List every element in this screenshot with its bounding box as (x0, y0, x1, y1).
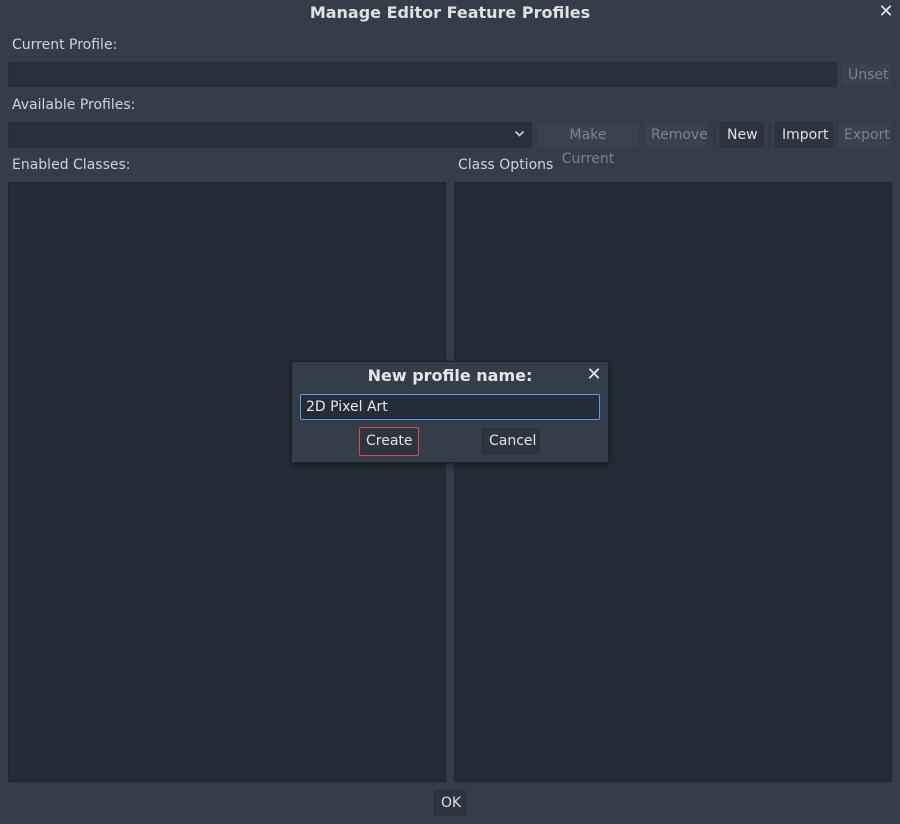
class-options-tree[interactable] (454, 182, 892, 782)
toolbar-separator (769, 123, 770, 147)
export-button[interactable]: Export (837, 122, 892, 148)
close-icon[interactable]: ✕ (876, 2, 896, 22)
toolbar-separator (714, 123, 715, 147)
class-options-label: Class Options (458, 157, 554, 173)
import-button[interactable]: Import (775, 122, 833, 148)
unset-button[interactable]: Unset (841, 62, 892, 87)
current-profile-label: Current Profile: (12, 37, 118, 53)
new-profile-dialog: New profile name: ✕ Create Cancel (291, 361, 609, 463)
new-button[interactable]: New (720, 122, 764, 148)
profiles-dropdown[interactable] (8, 122, 532, 148)
close-icon[interactable]: ✕ (584, 365, 604, 385)
current-profile-field (8, 62, 837, 87)
enabled-classes-tree[interactable] (8, 182, 446, 782)
chevron-down-icon (514, 128, 525, 142)
cancel-button[interactable]: Cancel (482, 428, 540, 454)
ok-button[interactable]: OK (434, 790, 466, 816)
profile-name-input[interactable] (300, 394, 600, 420)
enabled-classes-label: Enabled Classes: (12, 157, 131, 173)
available-profiles-label: Available Profiles: (12, 97, 136, 113)
dialog-title: New profile name: (367, 366, 533, 385)
window-title: Manage Editor Feature Profiles (309, 3, 591, 22)
remove-button[interactable]: Remove (644, 122, 708, 148)
create-button[interactable]: Create (359, 427, 419, 456)
make-current-button[interactable]: Make Current (536, 122, 640, 167)
